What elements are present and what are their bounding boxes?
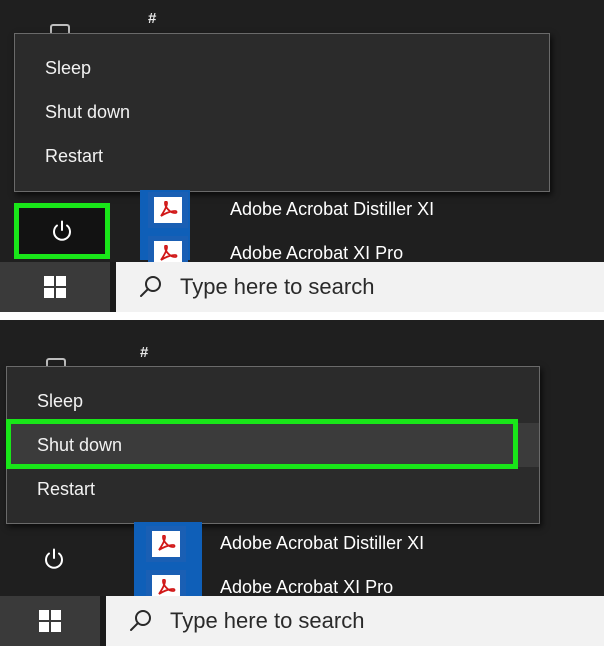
menu-item-label: Sleep bbox=[45, 57, 92, 78]
menu-item-restart[interactable]: Restart bbox=[7, 467, 539, 511]
power-menu: Sleep Shut down Restart bbox=[14, 33, 550, 192]
app-label-acrobat-distiller[interactable]: Adobe Acrobat Distiller XI bbox=[220, 533, 424, 554]
search-icon bbox=[130, 610, 151, 631]
power-button[interactable] bbox=[14, 534, 94, 584]
search-placeholder: Type here to search bbox=[170, 608, 365, 633]
search-box[interactable]: Type here to search bbox=[116, 262, 604, 312]
section-letter: # bbox=[148, 10, 157, 27]
section-letter: # bbox=[140, 344, 149, 361]
menu-item-shut-down[interactable]: Shut down bbox=[15, 90, 549, 134]
search-box[interactable]: Type here to search bbox=[106, 596, 604, 646]
power-icon bbox=[45, 548, 63, 569]
menu-item-sleep[interactable]: Sleep bbox=[15, 46, 549, 90]
start-button[interactable] bbox=[0, 262, 110, 312]
menu-item-label: Restart bbox=[45, 145, 104, 166]
power-icon bbox=[53, 220, 71, 241]
app-label-acrobat-pro[interactable]: Adobe Acrobat XI Pro bbox=[230, 243, 403, 264]
windows-logo-icon bbox=[39, 610, 61, 632]
taskbar: Type here to search bbox=[0, 596, 604, 646]
app-label-acrobat-distiller[interactable]: Adobe Acrobat Distiller XI bbox=[230, 199, 434, 220]
menu-item-label: Sleep bbox=[37, 390, 84, 411]
power-menu: Sleep Shut down Restart bbox=[6, 366, 540, 524]
menu-item-label: Shut down bbox=[45, 101, 131, 122]
start-menu-panel-bottom: # Sleep Shut down Restart Adobe Acrobat … bbox=[0, 320, 604, 646]
acrobat-pdf-icon bbox=[154, 197, 182, 223]
power-button[interactable] bbox=[14, 203, 110, 259]
windows-logo-icon bbox=[44, 276, 66, 298]
start-menu-panel-top: # Sleep Shut down Restart Adobe Acrobat … bbox=[0, 0, 604, 312]
start-button[interactable] bbox=[0, 596, 100, 646]
menu-item-shut-down[interactable]: Shut down bbox=[7, 423, 539, 467]
menu-item-restart[interactable]: Restart bbox=[15, 134, 549, 178]
menu-item-sleep[interactable]: Sleep bbox=[7, 379, 539, 423]
app-tile-acrobat-distiller[interactable] bbox=[148, 192, 188, 228]
acrobat-pdf-icon bbox=[152, 531, 180, 557]
search-placeholder: Type here to search bbox=[180, 274, 375, 299]
app-label-acrobat-pro[interactable]: Adobe Acrobat XI Pro bbox=[220, 577, 393, 598]
menu-item-label: Shut down bbox=[37, 434, 123, 455]
app-tile-acrobat-distiller[interactable] bbox=[146, 526, 186, 562]
taskbar: Type here to search bbox=[0, 262, 604, 312]
search-icon bbox=[140, 276, 161, 297]
menu-item-label: Restart bbox=[37, 478, 96, 499]
